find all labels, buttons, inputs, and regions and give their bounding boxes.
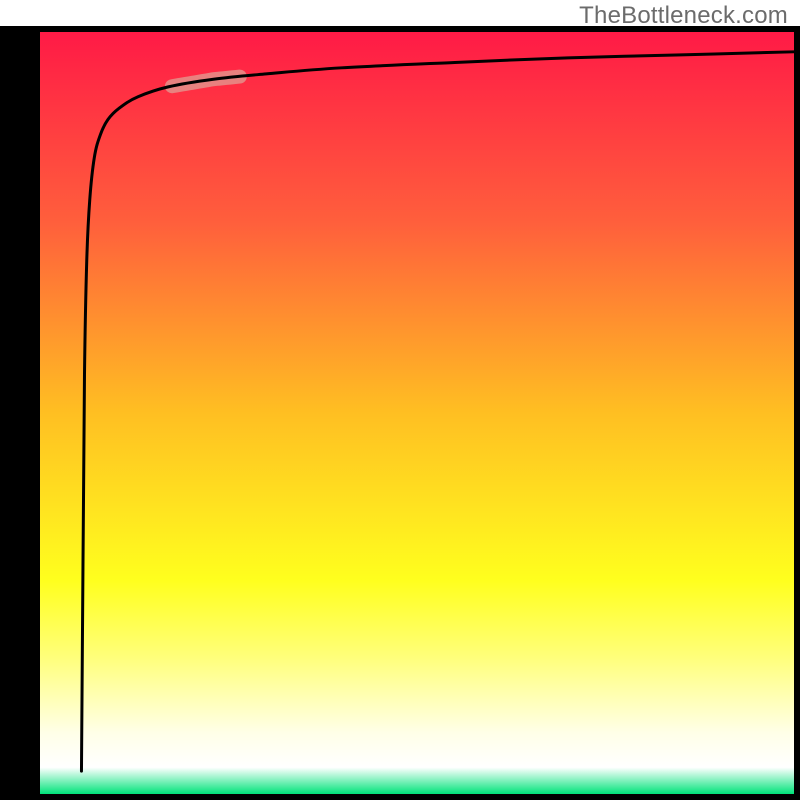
gradient-background <box>40 32 794 794</box>
chart-canvas: TheBottleneck.com <box>0 0 800 800</box>
frame-bottom <box>40 794 800 800</box>
watermark-label: TheBottleneck.com <box>579 2 788 30</box>
frame-left <box>0 26 40 800</box>
frame-right <box>794 26 800 800</box>
chart-svg <box>0 0 800 800</box>
